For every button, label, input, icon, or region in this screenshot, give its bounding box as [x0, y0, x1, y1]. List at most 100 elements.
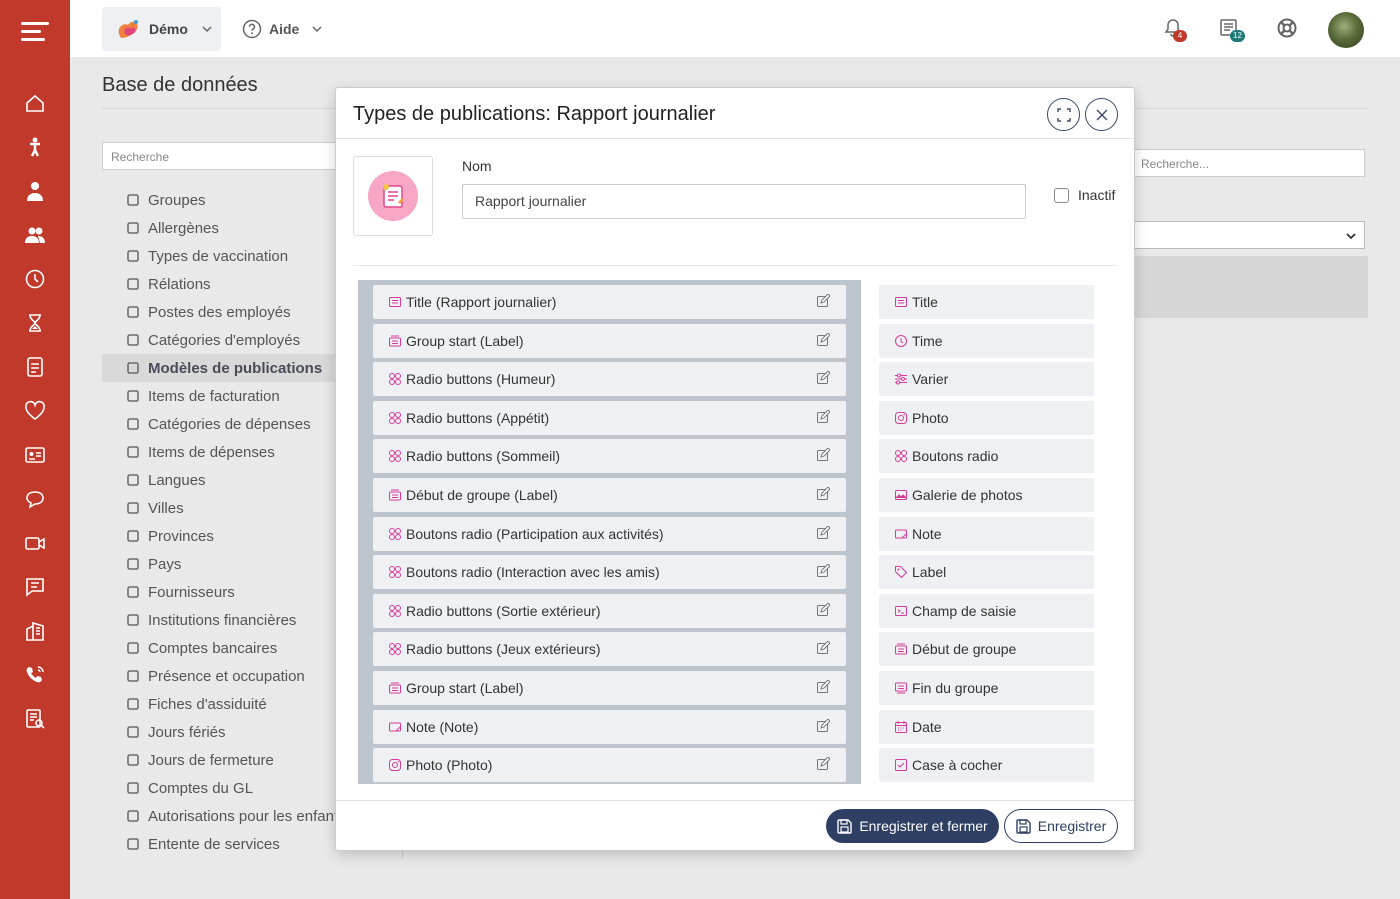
wallet-icon: [126, 641, 140, 655]
template-field-row[interactable]: Radio buttons (Sommeil): [373, 439, 846, 474]
bank-icon: [126, 613, 140, 627]
template-field-row[interactable]: Group start (Label): [373, 671, 846, 705]
radio-icon: [388, 411, 402, 425]
field-type-tile[interactable]: Note: [879, 516, 1094, 551]
title-icon: [894, 295, 908, 309]
field-label: Photo (Photo): [406, 757, 493, 774]
edit-icon[interactable]: [816, 717, 831, 734]
hourglass-icon[interactable]: [24, 312, 46, 334]
user-avatar[interactable]: [1328, 12, 1364, 48]
modal-title: Types de publications: Rapport journalie…: [353, 103, 716, 125]
title-icon: [388, 295, 402, 309]
tag-icon: [126, 361, 140, 375]
publication-icon-picker[interactable]: [353, 156, 433, 236]
nav-item-label: Institutions financières: [148, 611, 297, 629]
template-field-row[interactable]: Boutons radio (Interaction avec les amis…: [373, 555, 846, 590]
id-card-icon[interactable]: [24, 444, 46, 466]
child-icon[interactable]: [24, 136, 46, 158]
name-input[interactable]: Rapport journalier: [462, 184, 1026, 219]
field-type-tile[interactable]: Time: [879, 323, 1094, 358]
field-type-tile[interactable]: Title: [879, 285, 1094, 319]
demo-selector[interactable]: Démo: [102, 7, 221, 51]
news-badge: 12: [1230, 30, 1245, 42]
building-icon[interactable]: [24, 620, 46, 642]
template-field-row[interactable]: Radio buttons (Appétit): [373, 400, 846, 435]
template-field-row[interactable]: Note (Note): [373, 709, 846, 744]
leaf-icon: [126, 725, 140, 739]
list-icon: [126, 389, 140, 403]
phone-icon[interactable]: [24, 664, 46, 686]
edit-icon[interactable]: [816, 640, 831, 656]
field-type-tile[interactable]: Début de groupe: [879, 632, 1094, 667]
users-icon[interactable]: [24, 224, 46, 246]
template-field-row[interactable]: Radio buttons (Jeux extérieurs): [373, 632, 846, 667]
edit-icon[interactable]: [816, 370, 831, 386]
field-type-tile[interactable]: Varier: [879, 362, 1094, 397]
maximize-button[interactable]: [1047, 98, 1080, 131]
field-type-tile[interactable]: Fin du groupe: [879, 671, 1094, 705]
gallery-icon: [894, 488, 908, 502]
template-field-row[interactable]: Boutons radio (Participation aux activit…: [373, 516, 846, 551]
template-field-row[interactable]: Radio buttons (Sortie extérieur): [373, 593, 846, 628]
nav-item-label: Items de dépenses: [148, 443, 275, 461]
edit-icon[interactable]: [816, 409, 831, 425]
expand-icon: [1056, 107, 1071, 122]
field-type-tile[interactable]: Boutons radio: [879, 439, 1094, 474]
template-field-row[interactable]: Title (Rapport journalier): [373, 285, 846, 319]
field-type-tile[interactable]: Case à cocher: [879, 748, 1094, 783]
nav-item-label: Allergènes: [148, 219, 219, 237]
edit-icon[interactable]: [816, 563, 831, 579]
edit-icon[interactable]: [816, 756, 831, 772]
radio-icon: [894, 449, 908, 463]
help-menu[interactable]: Aide: [242, 7, 324, 51]
report-icon[interactable]: [24, 356, 46, 378]
notifications-button[interactable]: 4: [1162, 17, 1187, 42]
edit-icon[interactable]: [816, 486, 831, 502]
nav-item-label: Villes: [148, 499, 184, 517]
news-button[interactable]: 12: [1218, 17, 1245, 42]
field-label: Boutons radio (Interaction avec les amis…: [406, 564, 660, 581]
people-icon: [126, 277, 140, 291]
message-icon[interactable]: [24, 576, 46, 598]
edit-icon[interactable]: [816, 679, 831, 695]
filter-select[interactable]: [1132, 221, 1365, 249]
heart-icon[interactable]: [24, 400, 46, 422]
staff-icon[interactable]: [24, 180, 46, 202]
field-type-tile[interactable]: Champ de saisie: [879, 593, 1094, 628]
inactive-checkbox[interactable]: [1054, 187, 1069, 203]
template-field-row[interactable]: Début de groupe (Label): [373, 478, 846, 512]
edit-icon[interactable]: [816, 293, 831, 309]
edit-icon[interactable]: [816, 447, 831, 463]
list-icon: [126, 781, 140, 795]
support-button[interactable]: [1276, 17, 1300, 41]
home-icon[interactable]: [24, 92, 46, 114]
close-button[interactable]: [1085, 98, 1118, 131]
template-field-row[interactable]: Photo (Photo): [373, 748, 846, 783]
menu-toggle-icon[interactable]: [21, 20, 49, 44]
edit-icon[interactable]: [816, 524, 831, 541]
tag-icon: [894, 565, 908, 579]
clock-icon[interactable]: [24, 268, 46, 290]
chat-icon[interactable]: [24, 488, 46, 510]
edit-icon[interactable]: [816, 331, 831, 348]
book-icon: [126, 837, 140, 851]
checklist-icon[interactable]: [24, 708, 46, 730]
field-type-tile[interactable]: Photo: [879, 400, 1094, 435]
template-field-row[interactable]: Group start (Label): [373, 323, 846, 358]
template-field-row[interactable]: Radio buttons (Humeur): [373, 362, 846, 397]
divider: [336, 800, 1134, 801]
edit-icon[interactable]: [816, 602, 831, 618]
save-button[interactable]: Enregistrer: [1004, 809, 1118, 843]
radio-icon: [388, 642, 402, 656]
report-icon: [368, 171, 418, 221]
inactive-toggle[interactable]: Inactif: [1054, 187, 1115, 203]
list-search-input[interactable]: Recherche...: [1132, 149, 1365, 177]
field-type-tile[interactable]: Date: [879, 709, 1094, 744]
video-icon[interactable]: [24, 532, 46, 554]
field-type-tile[interactable]: Label: [879, 555, 1094, 590]
syringe-icon: [126, 249, 140, 263]
field-type-label: Champ de saisie: [912, 602, 1017, 619]
save-and-close-button[interactable]: Enregistrer et fermer: [826, 809, 999, 843]
sliders-icon: [894, 372, 908, 386]
field-type-tile[interactable]: Galerie de photos: [879, 478, 1094, 512]
